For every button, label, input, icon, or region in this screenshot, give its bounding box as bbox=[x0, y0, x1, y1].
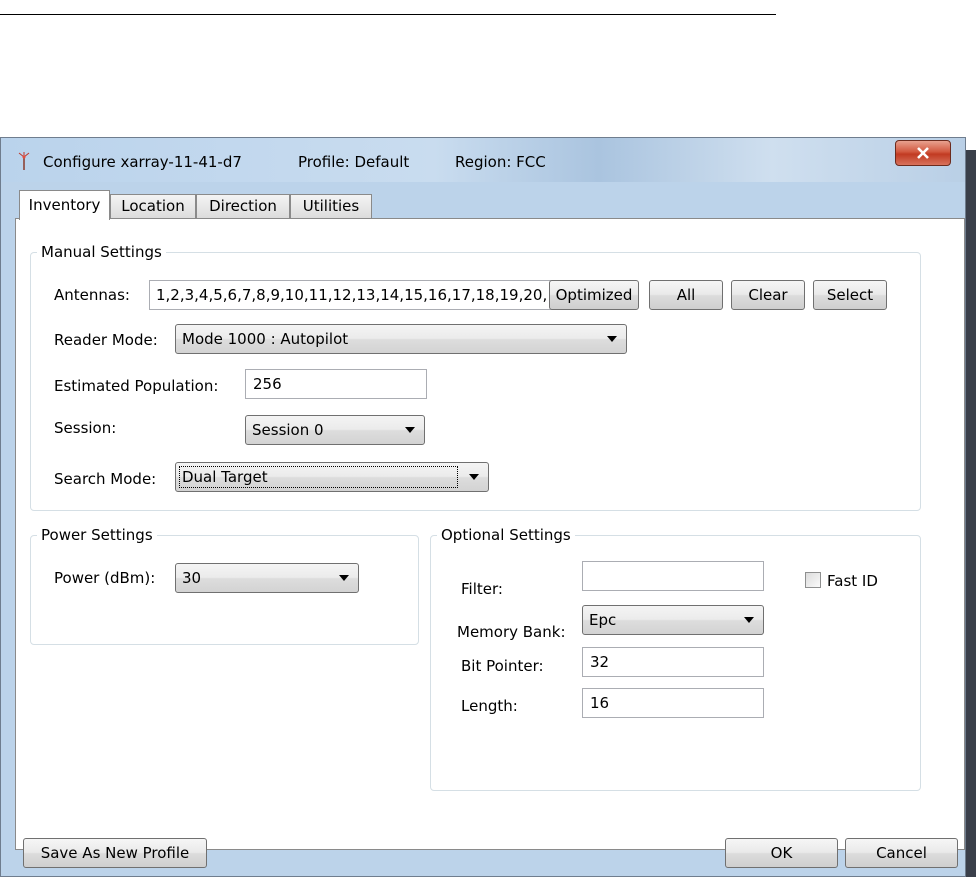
bit-pointer-label: Bit Pointer: bbox=[461, 657, 544, 675]
close-icon bbox=[917, 147, 929, 159]
region-label: Region: FCC bbox=[455, 153, 546, 171]
optional-settings-group: Optional Settings Filter: Fast ID Memory… bbox=[430, 526, 921, 791]
length-label: Length: bbox=[461, 697, 518, 715]
power-settings-legend: Power Settings bbox=[37, 526, 157, 544]
session-select[interactable]: Session 0 bbox=[245, 415, 425, 445]
length-input[interactable]: 16 bbox=[582, 688, 764, 718]
top-rule bbox=[0, 14, 776, 15]
bit-pointer-input[interactable]: 32 bbox=[582, 647, 764, 677]
optimized-button[interactable]: Optimized bbox=[549, 280, 639, 310]
tab-inventory[interactable]: Inventory bbox=[19, 190, 110, 220]
optional-settings-legend: Optional Settings bbox=[437, 526, 575, 544]
all-button[interactable]: All bbox=[649, 280, 723, 310]
search-mode-label: Search Mode: bbox=[54, 470, 157, 488]
chevron-down-icon bbox=[469, 474, 479, 480]
clear-button[interactable]: Clear bbox=[731, 280, 805, 310]
antennas-label: Antennas: bbox=[54, 286, 130, 304]
power-value: 30 bbox=[182, 569, 202, 587]
filter-input[interactable] bbox=[582, 561, 764, 591]
power-label: Power (dBm): bbox=[54, 569, 156, 587]
tab-location[interactable]: Location bbox=[110, 194, 196, 219]
reader-mode-select[interactable]: Mode 1000 : Autopilot bbox=[175, 324, 627, 354]
power-select[interactable]: 30 bbox=[175, 563, 359, 593]
tab-direction[interactable]: Direction bbox=[196, 194, 290, 219]
session-label: Session: bbox=[54, 419, 117, 437]
dialog-footer: Save As New Profile OK Cancel bbox=[1, 838, 965, 878]
antenna-icon bbox=[17, 152, 31, 174]
ok-button[interactable]: OK bbox=[725, 838, 838, 868]
inventory-panel: Manual Settings Antennas: 1,2,3,4,5,6,7,… bbox=[15, 218, 965, 850]
memory-bank-select[interactable]: Epc bbox=[582, 605, 764, 635]
fast-id-checkbox[interactable] bbox=[805, 572, 821, 588]
chevron-down-icon bbox=[405, 427, 415, 433]
window-title: Configure xarray-11-41-d7 bbox=[43, 153, 242, 171]
filter-label: Filter: bbox=[461, 580, 503, 598]
power-settings-group: Power Settings Power (dBm): 30 bbox=[30, 526, 419, 645]
tab-utilities[interactable]: Utilities bbox=[290, 194, 372, 219]
reader-mode-label: Reader Mode: bbox=[54, 331, 158, 349]
chevron-down-icon bbox=[339, 575, 349, 581]
session-value: Session 0 bbox=[252, 421, 324, 439]
estimated-population-input[interactable]: 256 bbox=[245, 369, 427, 399]
memory-bank-value: Epc bbox=[589, 611, 617, 629]
search-mode-value: Dual Target bbox=[182, 468, 268, 486]
estimated-population-label: Estimated Population: bbox=[54, 377, 219, 395]
background-window-edge bbox=[966, 150, 976, 877]
manual-settings-legend: Manual Settings bbox=[37, 243, 166, 261]
antennas-input[interactable]: 1,2,3,4,5,6,7,8,9,10,11,12,13,14,15,16,1… bbox=[149, 280, 569, 310]
profile-label: Profile: Default bbox=[298, 153, 410, 171]
select-button[interactable]: Select bbox=[813, 280, 887, 310]
chevron-down-icon bbox=[744, 617, 754, 623]
manual-settings-group: Manual Settings Antennas: 1,2,3,4,5,6,7,… bbox=[30, 243, 921, 511]
fast-id-label: Fast ID bbox=[827, 572, 878, 590]
save-as-new-profile-button[interactable]: Save As New Profile bbox=[23, 838, 207, 868]
memory-bank-label: Memory Bank: bbox=[457, 623, 566, 641]
close-button[interactable] bbox=[895, 140, 951, 166]
cancel-button[interactable]: Cancel bbox=[845, 838, 958, 868]
chevron-down-icon bbox=[607, 336, 617, 342]
configure-dialog: Configure xarray-11-41-d7 Profile: Defau… bbox=[0, 137, 966, 877]
reader-mode-value: Mode 1000 : Autopilot bbox=[182, 330, 349, 348]
title-bar[interactable]: Configure xarray-11-41-d7 Profile: Defau… bbox=[1, 138, 965, 182]
search-mode-select[interactable]: Dual Target bbox=[175, 462, 489, 492]
